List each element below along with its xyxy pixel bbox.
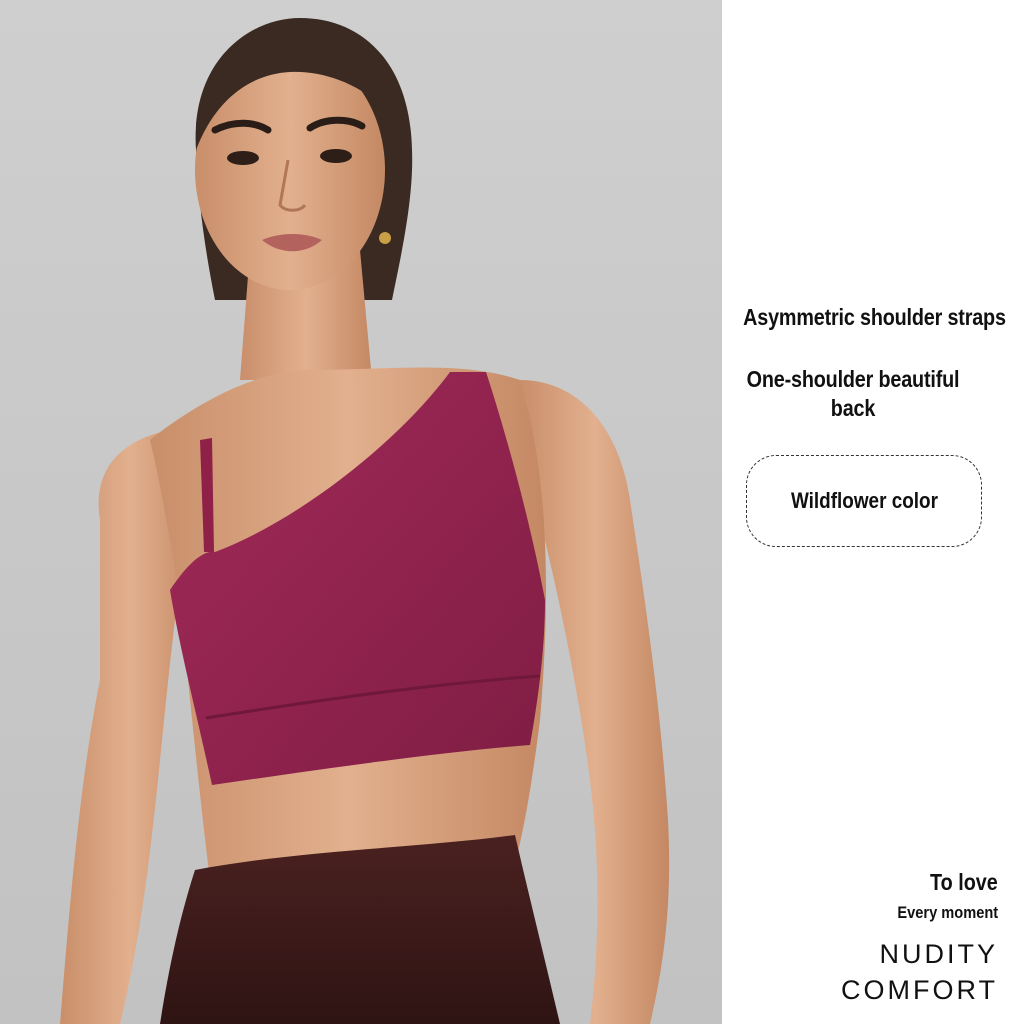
color-label: Wildflower color: [790, 488, 938, 513]
right-arm-shape: [520, 380, 670, 1024]
earring: [379, 232, 391, 244]
feature-straps: Asymmetric shoulder straps: [743, 304, 1006, 330]
tagline-line-4: COMFORT: [841, 975, 998, 1005]
model-illustration: [60, 18, 670, 1024]
eye-left: [227, 151, 259, 165]
color-badge: Wildflower color: [746, 455, 982, 547]
tagline-line-2: Every moment: [897, 903, 998, 922]
tagline-line-3: NUDITY: [879, 939, 998, 969]
tagline-line-1: To love: [930, 869, 998, 895]
feature-panel: Asymmetric shoulder straps One-shoulder …: [722, 0, 1024, 1024]
product-page: Asymmetric shoulder straps One-shoulder …: [0, 0, 1024, 1024]
feature-back: One-shoulder beautiful back: [746, 366, 960, 421]
eye-right: [320, 149, 352, 163]
product-photo: [0, 0, 722, 1024]
